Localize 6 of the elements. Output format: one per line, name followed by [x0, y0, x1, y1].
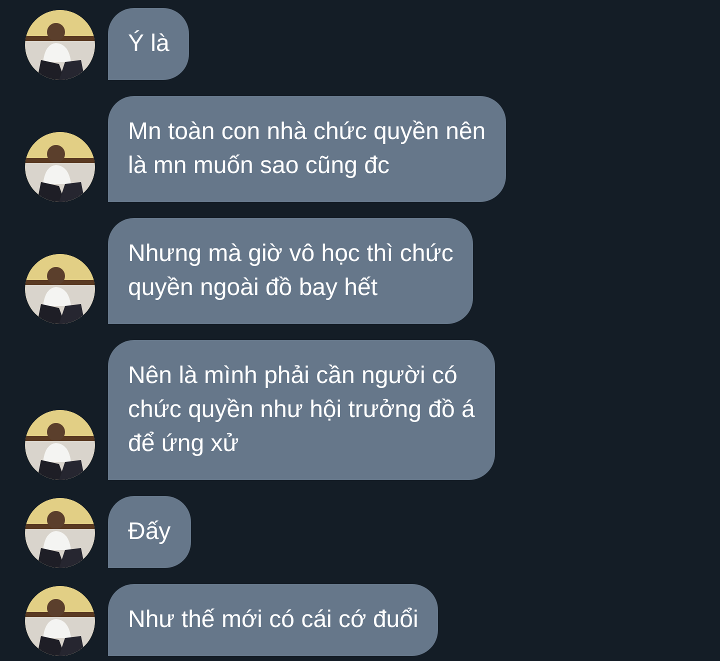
message-bubble: Đấy	[108, 496, 191, 568]
message-bubble: Nhưng mà giờ vô học thì chức quyền ngoài đồ bay hết	[108, 218, 474, 324]
message-bubble: Mn toàn con nhà chức quyền nên là mn muốn sao cũng đc	[108, 96, 506, 202]
message-bubble: Ý là	[108, 8, 190, 80]
message-bubble: Như thế mới có cái cớ đuổi	[108, 584, 438, 656]
message-bubble: Nên là mình phải cần người có chức quyền như hội trưởng đồ á để ứng xử	[108, 340, 495, 480]
